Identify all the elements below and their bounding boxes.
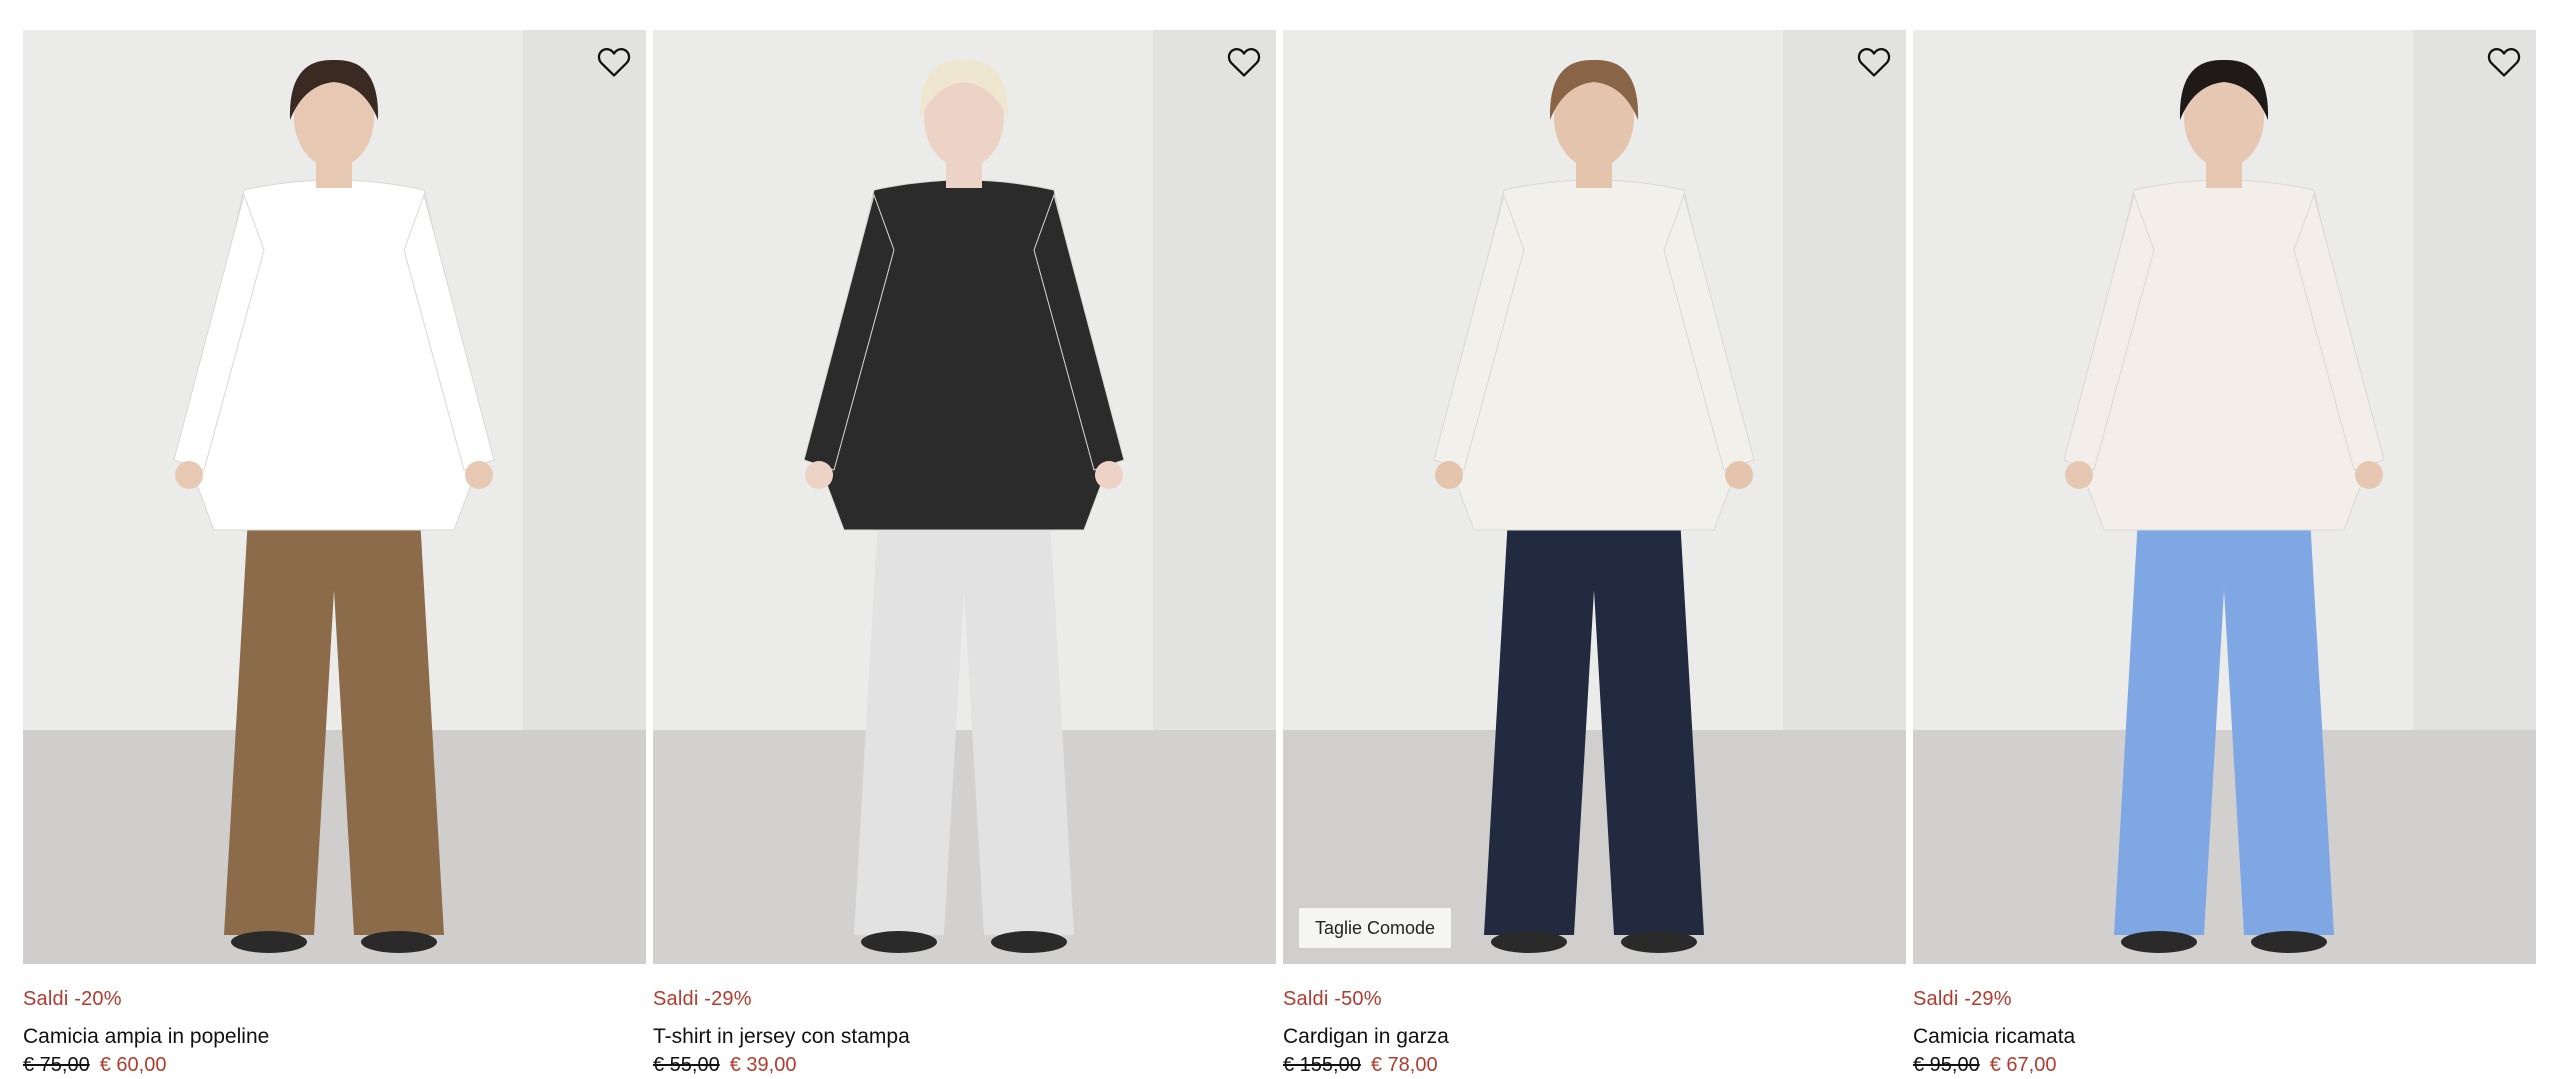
original-price: € 155,00 [1283, 1054, 1361, 1076]
wall-corner [2413, 30, 2536, 730]
model-photo [23, 30, 646, 964]
model-shoe [2251, 931, 2327, 953]
floor [1913, 730, 2536, 964]
model-shoe [1621, 931, 1697, 953]
model-hand [1725, 461, 1753, 489]
model-shoe [361, 931, 437, 953]
model-hand [1095, 461, 1123, 489]
model-shoe [231, 931, 307, 953]
sale-label: Saldi -29% [653, 988, 752, 1010]
model-photo [653, 30, 1276, 964]
model-hand [2355, 461, 2383, 489]
wishlist-heart-icon[interactable] [1226, 44, 1262, 80]
original-price: € 75,00 [23, 1054, 90, 1076]
model-photo [1913, 30, 2536, 964]
model-hand [465, 461, 493, 489]
original-price: € 95,00 [1913, 1054, 1980, 1076]
model-hand [1435, 461, 1463, 489]
product-card[interactable]: Saldi -29% Camicia ricamata € 95,00 € 67,… [1913, 30, 2536, 1078]
sale-price: € 39,00 [729, 1054, 797, 1076]
product-name[interactable]: Camicia ampia in popeline [23, 1024, 646, 1050]
product-name[interactable]: Cardigan in garza [1283, 1024, 1906, 1050]
sale-price: € 78,00 [1370, 1054, 1438, 1076]
floor [653, 730, 1276, 964]
price-row: € 155,00 € 78,00 [1283, 1052, 1906, 1078]
wall-corner [1153, 30, 1276, 730]
model-shoe [2121, 931, 2197, 953]
wall-corner [1783, 30, 1906, 730]
wishlist-heart-icon[interactable] [1856, 44, 1892, 80]
model-hand [175, 461, 203, 489]
product-image[interactable] [23, 30, 646, 964]
product-card[interactable]: Taglie Comode Saldi -50% Cardigan in gar… [1283, 30, 1906, 1078]
floor [23, 730, 646, 964]
product-info: Saldi -20% Camicia ampia in popeline € 7… [23, 964, 646, 1078]
sale-price: € 60,00 [99, 1054, 167, 1076]
model-shoe [861, 931, 937, 953]
model-photo [1283, 30, 1906, 964]
product-card[interactable]: Saldi -29% T-shirt in jersey con stampa … [653, 30, 1276, 1078]
product-card[interactable]: Saldi -20% Camicia ampia in popeline € 7… [23, 30, 646, 1078]
product-info: Saldi -29% T-shirt in jersey con stampa … [653, 964, 1276, 1078]
product-info: Saldi -50% Cardigan in garza € 155,00 € 7… [1283, 964, 1906, 1078]
sale-label: Saldi -20% [23, 988, 122, 1010]
price-row: € 55,00 € 39,00 [653, 1052, 1276, 1078]
product-info: Saldi -29% Camicia ricamata € 95,00 € 67,… [1913, 964, 2536, 1078]
product-name[interactable]: T-shirt in jersey con stampa [653, 1024, 1276, 1050]
product-image[interactable] [1913, 30, 2536, 964]
product-grid: Saldi -20% Camicia ampia in popeline € 7… [23, 30, 2537, 1078]
model-shoe [991, 931, 1067, 953]
sale-price: € 67,00 [1989, 1054, 2057, 1076]
size-badge: Taglie Comode [1299, 908, 1452, 948]
original-price: € 55,00 [653, 1054, 720, 1076]
product-image[interactable]: Taglie Comode [1283, 30, 1906, 964]
price-row: € 95,00 € 67,00 [1913, 1052, 2536, 1078]
model-shoe [1491, 931, 1567, 953]
sale-label: Saldi -50% [1283, 988, 1382, 1010]
model-hand [2065, 461, 2093, 489]
wall-corner [523, 30, 646, 730]
wishlist-heart-icon[interactable] [2486, 44, 2522, 80]
model-hand [805, 461, 833, 489]
product-name[interactable]: Camicia ricamata [1913, 1024, 2536, 1050]
product-image[interactable] [653, 30, 1276, 964]
price-row: € 75,00 € 60,00 [23, 1052, 646, 1078]
wishlist-heart-icon[interactable] [596, 44, 632, 80]
sale-label: Saldi -29% [1913, 988, 2012, 1010]
